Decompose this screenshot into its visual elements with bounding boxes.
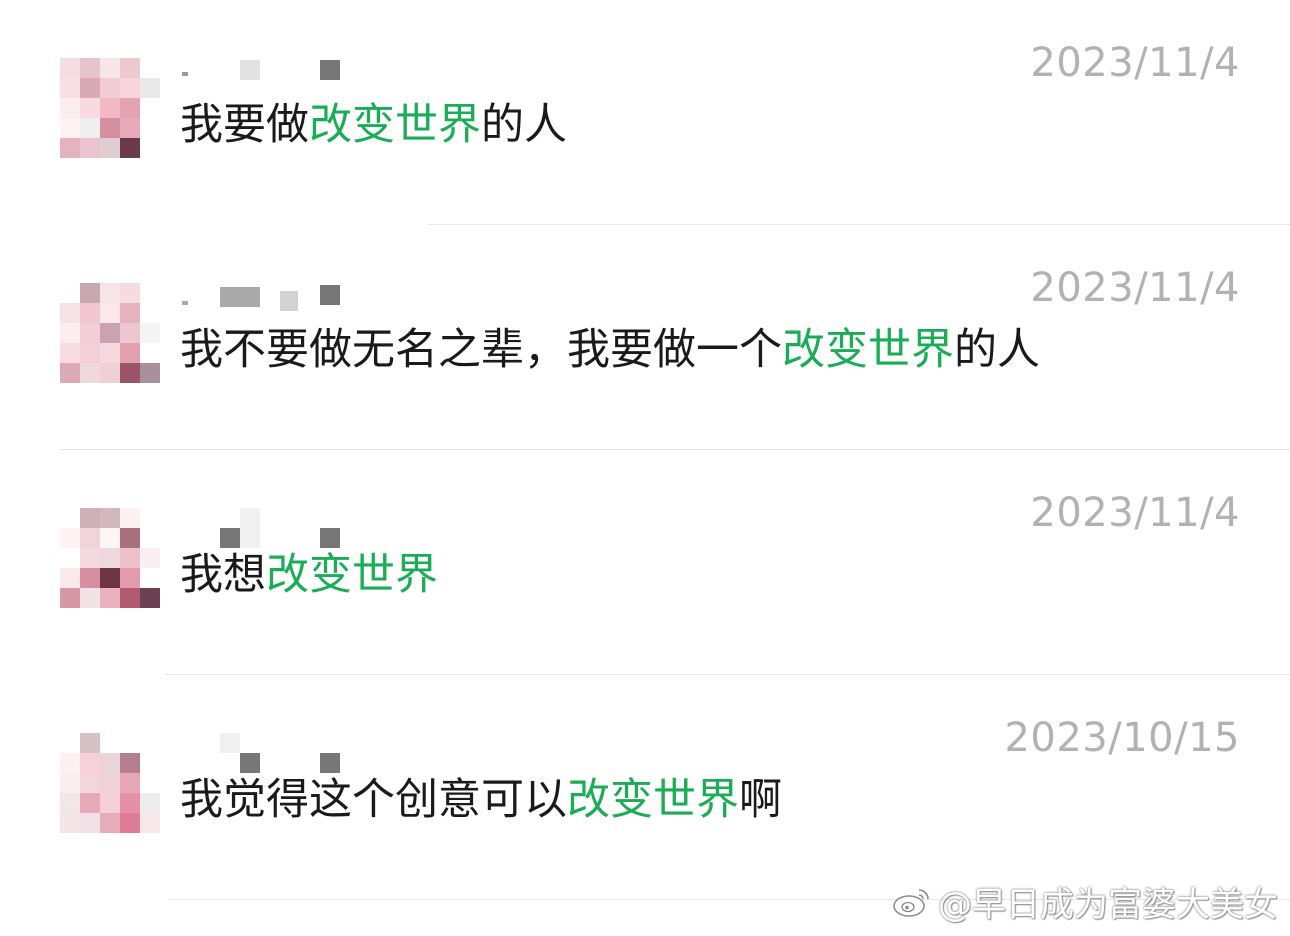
search-keyword-highlight: 改变世界 [309, 100, 481, 150]
snippet-text: 的人 [481, 100, 567, 150]
message-snippet: 我觉得这个创意可以改变世界啊 [180, 773, 782, 827]
message-date: 2023/11/4 [1030, 40, 1240, 86]
message-date: 2023/11/4 [1030, 265, 1240, 311]
search-keyword-highlight: 改变世界 [567, 775, 739, 825]
weibo-icon [893, 888, 929, 917]
search-keyword-highlight: 改变世界 [782, 325, 954, 375]
snippet-text: 的人 [954, 325, 1040, 375]
contact-name-redacted [180, 283, 350, 311]
search-keyword-highlight: 改变世界 [266, 550, 438, 600]
snippet-text: 我要做 [180, 100, 309, 150]
message-snippet: 我不要做无名之辈，我要做一个改变世界的人 [180, 323, 1040, 377]
message-date: 2023/10/15 [1004, 715, 1240, 761]
message-date: 2023/11/4 [1030, 490, 1240, 536]
contact-name-redacted [180, 58, 350, 82]
watermark: @早日成为富婆大美女 [892, 877, 1278, 926]
list-item[interactable]: 2023/11/4 我不要做无名之辈，我要做一个改变世界的人 [0, 225, 1290, 450]
avatar[interactable] [60, 733, 160, 833]
avatar[interactable] [60, 508, 160, 608]
watermark-text: @早日成为富婆大美女 [938, 885, 1278, 925]
snippet-text: 我不要做无名之辈，我要做一个 [180, 325, 782, 375]
avatar[interactable] [60, 283, 160, 383]
list-item[interactable]: 2023/11/4 我想改变世界 [0, 450, 1290, 675]
contact-name-redacted [180, 733, 350, 773]
message-snippet: 我想改变世界 [180, 548, 438, 602]
search-results-list: 2023/11/4 我要做改变世界的人 2023/11/4 我不要做无名之辈，我… [0, 0, 1290, 936]
list-item[interactable]: 2023/10/15 我觉得这个创意可以改变世界啊 [0, 675, 1290, 900]
snippet-text: 我想 [180, 550, 266, 600]
message-snippet: 我要做改变世界的人 [180, 98, 567, 152]
contact-name-redacted [180, 508, 350, 548]
avatar[interactable] [60, 58, 160, 158]
list-item[interactable]: 2023/11/4 我要做改变世界的人 [0, 0, 1290, 225]
snippet-text: 我觉得这个创意可以 [180, 775, 567, 825]
snippet-text: 啊 [739, 775, 782, 825]
